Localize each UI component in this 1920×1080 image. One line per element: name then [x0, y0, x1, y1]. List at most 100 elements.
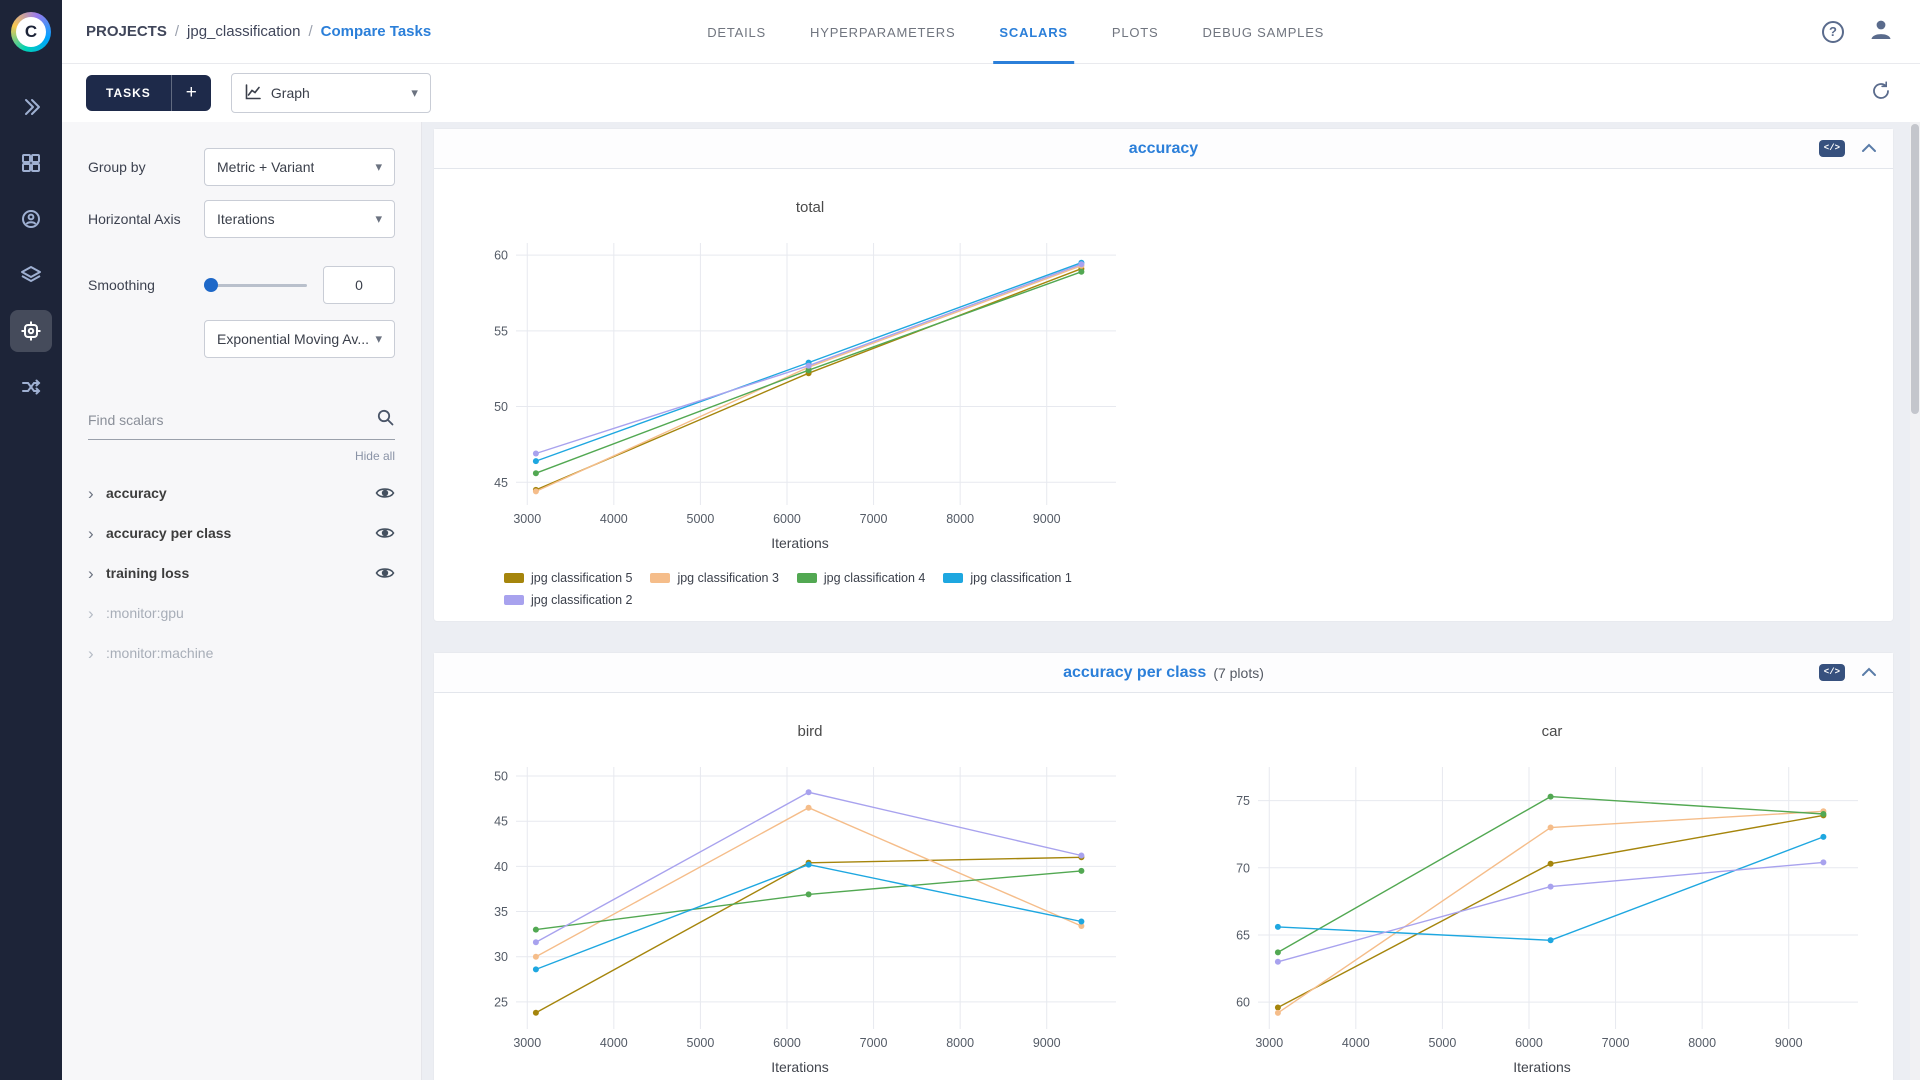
chart-title: total [795, 199, 825, 216]
legend-label: jpg classification 4 [823, 571, 926, 585]
legend-item[interactable]: jpg classification 2 [504, 593, 632, 607]
auto-refresh-button[interactable] [1868, 80, 1894, 106]
experiments-icon [20, 320, 42, 342]
section-accuracy-per-class: accuracy per class (7 plots) </> bird 30… [433, 652, 1894, 1080]
scrollbar-thumb[interactable] [1911, 124, 1919, 414]
section-body: total 3000 4000 5000 6000 7000 8000 9000 45 50 55… [434, 169, 1893, 621]
svg-text:40: 40 [494, 860, 508, 874]
chart-total[interactable]: total 3000 4000 5000 6000 7000 8000 9000 45 50 55… [470, 199, 1150, 607]
caret-down-icon: ▾ [375, 331, 382, 346]
smoothing-value-input[interactable] [323, 266, 395, 304]
search-input[interactable] [88, 412, 376, 428]
embed-code-icon[interactable]: </> [1818, 664, 1845, 681]
scalar-row-monitor-gpu[interactable]: › :monitor:gpu [88, 593, 395, 633]
nav-item-getting-started[interactable] [10, 86, 52, 128]
line-chart[interactable]: 3000 4000 5000 6000 7000 8000 9000 45 50 55 60 [470, 233, 1130, 533]
chevron-right-icon[interactable]: › [88, 645, 106, 662]
caret-down-icon: ▾ [375, 211, 382, 226]
line-chart[interactable]: 3000 4000 5000 6000 7000 8000 9000 60 65 70 75 [1212, 757, 1872, 1057]
eye-icon[interactable] [375, 526, 395, 540]
nav-item-experiments[interactable] [10, 310, 52, 352]
horizontal-axis-value: Iterations [217, 211, 275, 227]
breadcrumb-projects[interactable]: PROJECTS [86, 23, 167, 40]
slider-track [204, 284, 307, 287]
legend-swatch [943, 573, 964, 583]
svg-text:9000: 9000 [1033, 1036, 1061, 1050]
charts-scroll-area[interactable]: accuracy </> total 3000 4000 5000 6000 7… [422, 122, 1920, 1080]
svg-text:3000: 3000 [513, 512, 541, 526]
svg-text:7000: 7000 [1602, 1036, 1630, 1050]
nav-item-datasets[interactable] [10, 254, 52, 296]
svg-text:60: 60 [1236, 996, 1250, 1010]
chevron-up-icon [1861, 664, 1877, 682]
caret-down-icon: ▾ [411, 85, 418, 100]
embed-code-icon[interactable]: </> [1818, 140, 1845, 157]
tab-hyperparameters[interactable]: HYPERPARAMETERS [810, 0, 955, 64]
scalar-label: accuracy [106, 485, 167, 501]
section-title: accuracy [1128, 139, 1199, 157]
group-by-select[interactable]: Metric + Variant ▾ [204, 148, 395, 186]
tab-details[interactable]: DETAILS [707, 0, 766, 64]
tab-plots[interactable]: PLOTS [1112, 0, 1159, 64]
scalar-row-monitor-machine[interactable]: › :monitor:machine [88, 633, 395, 673]
svg-text:6000: 6000 [773, 1036, 801, 1050]
tab-debug-samples[interactable]: DEBUG SAMPLES [1202, 0, 1324, 64]
scalar-row-training-loss[interactable]: › training loss [88, 553, 395, 593]
breadcrumb: PROJECTS / jpg_classification / Compare … [86, 23, 431, 40]
nav-item-projects[interactable] [10, 142, 52, 184]
profile-button[interactable] [1868, 19, 1894, 45]
smoothing-slider[interactable] [204, 278, 307, 292]
breadcrumb-separator: / [174, 23, 180, 40]
search-icon[interactable] [376, 408, 395, 432]
slider-knob[interactable] [204, 278, 218, 292]
legend-label: jpg classification 3 [677, 571, 779, 585]
vertical-scrollbar[interactable] [1910, 122, 1920, 1080]
nav-item-workers[interactable] [10, 198, 52, 240]
add-task-button[interactable]: + [170, 75, 211, 111]
breadcrumb-compare-tasks[interactable]: Compare Tasks [321, 23, 432, 40]
tasks-button[interactable]: TASKS [86, 75, 171, 111]
legend-label: jpg classification 1 [970, 571, 1072, 585]
legend-item[interactable]: jpg classification 4 [796, 571, 926, 585]
svg-text:6000: 6000 [773, 512, 801, 526]
chevron-right-icon[interactable]: › [88, 605, 106, 622]
svg-text:25: 25 [494, 995, 508, 1009]
line-chart[interactable]: 3000 4000 5000 6000 7000 8000 9000 25 30 35 40 45 50 [470, 757, 1130, 1057]
chevron-right-icon[interactable]: › [88, 525, 106, 542]
collapse-section-button[interactable] [1861, 664, 1877, 682]
legend-item[interactable]: jpg classification 1 [943, 571, 1072, 585]
tasks-split-button: TASKS + [86, 75, 211, 111]
legend-swatch [504, 573, 524, 583]
help-button[interactable]: ? [1820, 19, 1846, 45]
breadcrumb-project[interactable]: jpg_classification [187, 23, 300, 40]
breadcrumb-separator: / [308, 23, 313, 40]
chevron-right-icon[interactable]: › [88, 565, 106, 582]
smoothing-type-select[interactable]: Exponential Moving Av... ▾ [204, 320, 395, 358]
legend-swatch [650, 573, 671, 583]
worker-icon [20, 208, 42, 230]
projects-grid-icon [20, 152, 42, 174]
svg-text:3000: 3000 [1255, 1036, 1283, 1050]
section-body: bird 3000 4000 5000 6000 7000 8000 9000 25 30 35 4… [434, 693, 1893, 1080]
chart-car[interactable]: car 3000 4000 5000 6000 7000 8000 9000 60 65 70 75… [1212, 723, 1892, 1080]
hide-all-link[interactable]: Hide all [88, 449, 395, 463]
legend-item[interactable]: jpg classification 3 [650, 571, 779, 585]
clearml-logo[interactable]: C [11, 12, 51, 52]
pipelines-icon [20, 376, 42, 398]
scalar-row-accuracy[interactable]: › accuracy [88, 473, 395, 513]
eye-icon[interactable] [375, 486, 395, 500]
nav-item-pipelines[interactable] [10, 366, 52, 408]
chart-bird[interactable]: bird 3000 4000 5000 6000 7000 8000 9000 25 30 35 4… [470, 723, 1150, 1080]
chevron-right-icon[interactable]: › [88, 485, 106, 502]
legend-item[interactable]: jpg classification 5 [504, 571, 632, 585]
scalar-row-accuracy-per-class[interactable]: › accuracy per class [88, 513, 395, 553]
tab-scalars[interactable]: SCALARS [993, 0, 1075, 64]
eye-icon[interactable] [375, 566, 395, 580]
collapse-section-button[interactable] [1861, 140, 1877, 158]
horizontal-axis-select[interactable]: Iterations ▾ [204, 200, 395, 238]
scalar-label: :monitor:machine [106, 645, 214, 661]
view-mode-select[interactable]: Graph ▾ [230, 73, 431, 113]
chart-x-axis-label: Iterations [771, 535, 829, 551]
svg-text:3000: 3000 [513, 1036, 541, 1050]
section-accuracy: accuracy </> total 3000 4000 5000 6000 7… [433, 128, 1894, 622]
